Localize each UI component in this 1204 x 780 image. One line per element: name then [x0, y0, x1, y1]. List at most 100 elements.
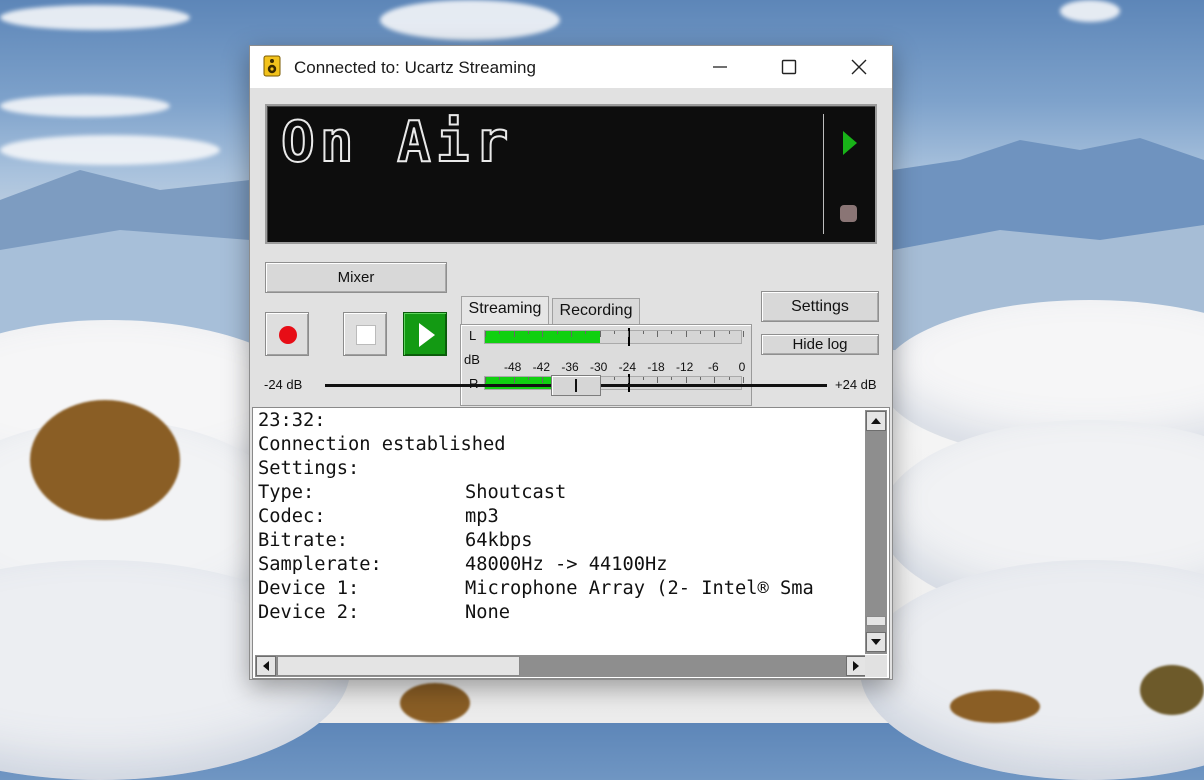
meter-tick: [614, 331, 615, 334]
title-bar[interactable]: Connected to: Ucartz Streaming: [250, 46, 892, 88]
connect-play-button[interactable]: [403, 312, 447, 356]
vertical-scroll-thumb[interactable]: [866, 616, 886, 626]
meter-tick: [642, 331, 644, 334]
window-title: Connected to: Ucartz Streaming: [294, 58, 536, 77]
db-scale-tick-label: -6: [707, 360, 719, 374]
meter-tick: [685, 331, 687, 337]
slider-grip-icon: [575, 379, 577, 392]
log-line: Connection established: [258, 433, 866, 457]
meter-tick: [671, 377, 673, 380]
vertical-scrollbar[interactable]: [865, 410, 887, 654]
meter-tick: [628, 331, 630, 337]
minimize-icon: [713, 66, 727, 68]
meter-tick: [513, 377, 515, 383]
meter-tick: [499, 377, 501, 380]
meter-tick: [542, 331, 544, 337]
record-button[interactable]: [265, 312, 309, 356]
settings-button[interactable]: Settings: [761, 291, 879, 322]
left-level-bar: [484, 328, 744, 346]
meter-tick: [585, 331, 587, 334]
meter-tick: [685, 377, 687, 383]
scroll-up-button[interactable]: [866, 411, 886, 431]
meter-tick: [728, 331, 730, 334]
log-line: Settings:: [258, 457, 866, 481]
window-client: On Air Mixer Streaming Recording L dB -4…: [250, 88, 892, 679]
log-line: Codec: mp3: [258, 505, 866, 529]
log-line-value: None: [465, 602, 511, 623]
db-scale-tick-label: -36: [561, 360, 579, 374]
scroll-down-button[interactable]: [866, 632, 886, 652]
scroll-right-button[interactable]: [846, 656, 866, 676]
play-icon: [419, 323, 435, 347]
meter-tick: [542, 377, 544, 383]
left-channel-label: L: [469, 328, 477, 343]
log-line-value: 64kbps: [465, 530, 533, 551]
meter-tick: [614, 377, 615, 380]
db-scale-tick-label: -30: [589, 360, 608, 374]
meter-tick: [528, 331, 529, 334]
db-scale-tick-label: -12: [675, 360, 694, 374]
record-icon: [279, 326, 297, 344]
app-window: Connected to: Ucartz Streaming On Air Mi…: [249, 45, 893, 680]
stop-button[interactable]: [343, 312, 387, 356]
tab-streaming[interactable]: Streaming: [461, 296, 549, 324]
scrollbar-corner: [865, 655, 887, 677]
meter-tick: [556, 331, 558, 334]
log-line: Device 2: None: [258, 601, 866, 625]
log-panel[interactable]: 23:32: Connection established Settings: Typ…: [252, 407, 890, 679]
log-line-value: mp3: [465, 506, 499, 527]
meter-tick: [528, 377, 529, 380]
log-line: Device 1: Microphone Array (2- Intel® Sma: [258, 577, 866, 601]
log-line-key: Device 1:: [258, 578, 360, 599]
maximize-button[interactable]: [766, 46, 812, 88]
log-line: Samplerate: 48000Hz -> 44100Hz: [258, 553, 866, 577]
record-indicator-icon: [840, 205, 857, 222]
gain-slider-thumb[interactable]: [551, 375, 601, 396]
stop-icon: [356, 325, 376, 345]
horizontal-scroll-thumb[interactable]: [277, 656, 520, 676]
db-scale-tick-label: -18: [647, 360, 665, 374]
meter-tick: [728, 377, 730, 380]
meter-tick: [485, 377, 486, 383]
meter-tick: [714, 377, 716, 383]
close-icon: [851, 59, 867, 75]
meter-tick: [499, 331, 501, 334]
hide-log-button[interactable]: Hide log: [761, 334, 879, 355]
arrow-left-icon: [263, 661, 269, 671]
horizontal-scrollbar[interactable]: [255, 655, 867, 677]
scroll-left-button[interactable]: [256, 656, 276, 676]
meter-tick: [628, 377, 630, 383]
gain-max-label: +24 dB: [835, 377, 877, 392]
on-air-text: On Air: [280, 109, 514, 176]
arrow-down-icon: [871, 639, 881, 645]
db-scale-tick-label: 0: [738, 360, 746, 374]
level-meter: L dB -48-42-36-30-24-18-12-60 R: [460, 324, 752, 406]
meter-tick: [657, 331, 658, 337]
log-line-key: Device 2:: [258, 602, 360, 623]
meter-tick: [743, 377, 744, 383]
right-level-bar: [484, 374, 744, 392]
log-line-value: 48000Hz -> 44100Hz: [465, 554, 668, 575]
meter-tick: [700, 377, 701, 380]
close-button[interactable]: [836, 46, 882, 88]
db-unit-label: dB: [464, 352, 480, 367]
log-line: Bitrate: 64kbps: [258, 529, 866, 553]
minimize-button[interactable]: [697, 46, 743, 88]
db-scale-tick-label: -48: [503, 360, 522, 374]
log-line-value: Microphone Array (2- Intel® Sma: [465, 578, 814, 599]
speaker-app-icon: [263, 55, 281, 77]
arrow-right-icon: [853, 661, 859, 671]
meter-tick: [714, 331, 716, 337]
meter-tick: [571, 331, 572, 337]
meter-tick: [671, 331, 673, 334]
log-line-key: Type:: [258, 482, 315, 503]
meter-tick: [657, 377, 658, 383]
log-line-key: Samplerate:: [258, 554, 382, 575]
log-line-key: Codec:: [258, 506, 326, 527]
tab-recording[interactable]: Recording: [552, 298, 640, 324]
log-text: 23:32: Connection established Settings: Typ…: [258, 409, 866, 655]
log-line: Type: Shoutcast: [258, 481, 866, 505]
meter-tick: [485, 331, 486, 337]
mixer-button[interactable]: Mixer: [265, 262, 447, 293]
db-scale-tick-label: -24: [618, 360, 636, 374]
